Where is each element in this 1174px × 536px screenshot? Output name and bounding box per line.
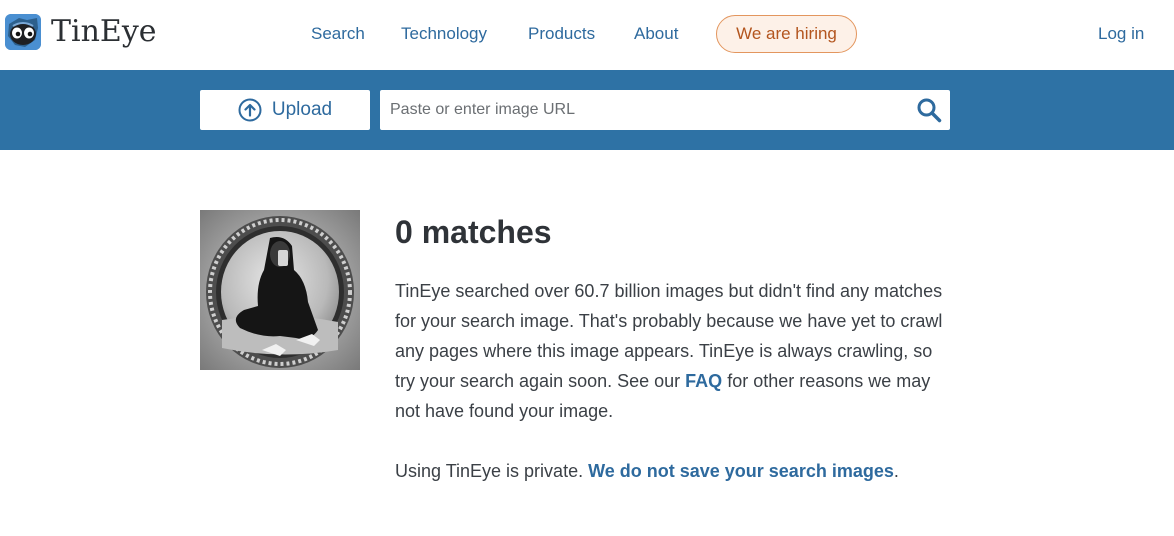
- privacy-tail: .: [893, 461, 899, 481]
- nav-search-link[interactable]: Search: [311, 24, 365, 44]
- privacy-note: Using TinEye is private. We do not save …: [395, 456, 955, 486]
- search-icon[interactable]: [916, 97, 942, 123]
- faq-link[interactable]: FAQ: [685, 371, 722, 391]
- upload-button[interactable]: Upload: [200, 90, 370, 130]
- privacy-text: Using TinEye is private.: [395, 461, 589, 481]
- site-header: TinEye Search Technology Products About …: [0, 0, 1174, 70]
- image-url-input[interactable]: [380, 90, 900, 130]
- match-count-heading: 0 matches: [395, 214, 552, 250]
- main-nav: Search Technology Products About We are …: [0, 0, 1174, 70]
- search-band: Upload: [0, 70, 1174, 150]
- upload-label: Upload: [271, 99, 333, 120]
- search-image-thumbnail: [200, 210, 360, 370]
- nav-products-link[interactable]: Products: [528, 24, 595, 44]
- nav-about-link[interactable]: About: [634, 24, 678, 44]
- no-match-explanation: TinEye searched over 60.7 billion images…: [395, 276, 955, 426]
- url-field-container: [380, 90, 950, 130]
- privacy-link[interactable]: We do not save your search images: [588, 461, 894, 481]
- upload-arrow-icon: [238, 98, 262, 122]
- we-are-hiring-button[interactable]: We are hiring: [716, 15, 857, 53]
- login-link[interactable]: Log in: [1098, 24, 1144, 44]
- nav-technology-link[interactable]: Technology: [401, 24, 487, 44]
- result-panel: 0 matches TinEye searched over 60.7 bill…: [395, 210, 955, 486]
